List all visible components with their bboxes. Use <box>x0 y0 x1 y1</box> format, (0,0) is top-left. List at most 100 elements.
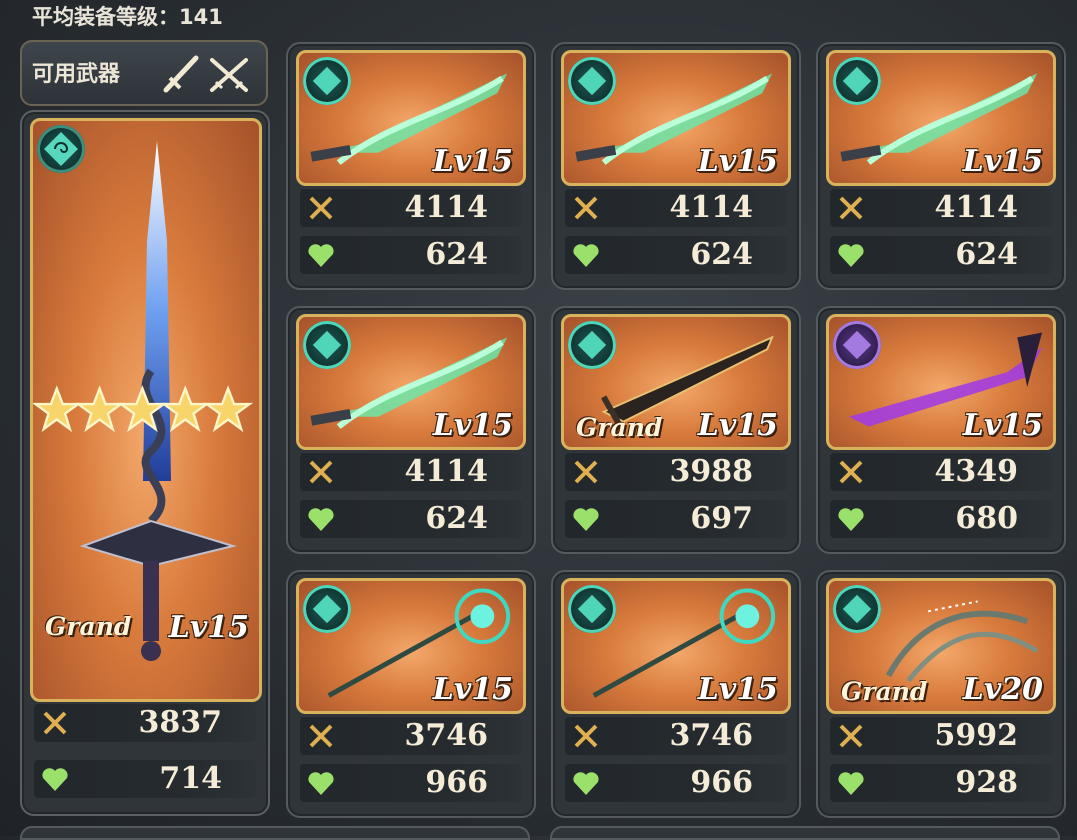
attack-icon <box>43 711 67 735</box>
weapon-card[interactable]: Lv15 4114 624 <box>816 42 1066 290</box>
weapon-art: Lv15 <box>561 578 791 714</box>
attack-icon <box>309 196 333 220</box>
dark-element-icon <box>833 321 881 369</box>
attack-icon <box>574 724 598 748</box>
next-row-card-edge <box>550 826 1060 840</box>
heart-icon <box>308 508 334 531</box>
attack-icon <box>309 724 333 748</box>
weapon-hp-row: 697 <box>565 500 787 538</box>
weapon-hp-row: 966 <box>300 764 522 802</box>
weapon-level-label: Lv15 <box>432 144 513 179</box>
weapon-attack-row: 3746 <box>565 717 787 755</box>
star-icon <box>203 385 254 433</box>
heart-icon <box>308 244 334 267</box>
star-icon <box>33 385 82 433</box>
weapon-art: Grand Lv15 <box>561 314 791 450</box>
weapon-hp-row: 680 <box>830 500 1052 538</box>
weapon-card[interactable]: Grand Lv20 5992 928 <box>816 570 1066 818</box>
weapon-level-label: Lv15 <box>432 408 513 443</box>
weapon-card[interactable]: Lv15 3746 966 <box>551 570 801 818</box>
weapon-art: Grand Lv20 <box>826 578 1056 714</box>
heart-icon <box>42 768 68 791</box>
weapon-grade-label: Grand <box>576 413 663 442</box>
heart-icon <box>573 772 599 795</box>
attack-icon <box>574 196 598 220</box>
attack-icon <box>574 460 598 484</box>
featured-weapon-art: Grand Lv15 <box>30 118 262 702</box>
wind-element-icon <box>303 321 351 369</box>
weapon-level-label: Lv20 <box>962 672 1043 707</box>
weapon-card[interactable]: Lv15 4114 624 <box>286 306 536 554</box>
weapon-level-label: Lv15 <box>432 672 513 707</box>
weapon-attack-row: 4114 <box>565 189 787 227</box>
weapon-card[interactable]: Lv15 3746 966 <box>286 570 536 818</box>
weapon-card[interactable]: Lv15 4349 680 <box>816 306 1066 554</box>
attack-icon <box>839 724 863 748</box>
weapon-level-label: Lv15 <box>697 144 778 179</box>
featured-hp-value: 714 <box>159 761 222 796</box>
weapon-attack-value: 3746 <box>669 718 754 753</box>
weapon-art: Lv15 <box>296 50 526 186</box>
wind-element-icon <box>303 585 351 633</box>
weapon-hp-value: 624 <box>955 237 1018 272</box>
weapon-card[interactable]: Lv15 4114 624 <box>551 42 801 290</box>
wind-element-icon <box>303 57 351 105</box>
weapon-attack-row: 4114 <box>830 189 1052 227</box>
average-equipment-level: 平均装备等级：141 <box>32 5 223 29</box>
wind-element-icon <box>568 57 616 105</box>
weapon-attack-value: 4349 <box>934 454 1019 489</box>
weapon-attack-value: 4114 <box>404 190 489 225</box>
weapon-hp-value: 966 <box>690 765 753 800</box>
heart-icon <box>308 772 334 795</box>
weapon-hp-value: 624 <box>425 237 488 272</box>
weapon-grade-label: Grand <box>841 677 928 706</box>
weapon-art: Lv15 <box>296 314 526 450</box>
sword-icon <box>163 55 199 93</box>
weapon-card[interactable]: Lv15 4114 624 <box>286 42 536 290</box>
featured-attack-row: 3837 <box>34 704 256 742</box>
weapon-level-label: Lv15 <box>697 408 778 443</box>
weapon-attack-row: 4114 <box>300 453 522 491</box>
weapon-attack-row: 4349 <box>830 453 1052 491</box>
dual-swords-icon <box>210 58 248 92</box>
weapon-attack-value: 4114 <box>404 454 489 489</box>
available-weapons-title: 可用武器 <box>32 62 121 87</box>
featured-weapon-card[interactable]: Grand Lv15 3837 714 <box>20 110 270 816</box>
weapon-hp-value: 966 <box>425 765 488 800</box>
weapon-attack-value: 4114 <box>934 190 1019 225</box>
heart-icon <box>573 508 599 531</box>
weapon-art: Lv15 <box>826 314 1056 450</box>
attack-icon <box>839 460 863 484</box>
weapon-attack-row: 4114 <box>300 189 522 227</box>
weapon-hp-value: 624 <box>690 237 753 272</box>
weapon-hp-value: 697 <box>690 501 753 536</box>
weapon-attack-value: 3988 <box>669 454 754 489</box>
available-weapons-tab[interactable]: 可用武器 <box>20 40 268 106</box>
weapon-level-label: Lv15 <box>697 672 778 707</box>
weapon-hp-value: 928 <box>955 765 1018 800</box>
weapon-level-label: Lv15 <box>962 144 1043 179</box>
weapon-art: Lv15 <box>296 578 526 714</box>
weapon-art: Lv15 <box>561 50 791 186</box>
weapon-attack-row: 3746 <box>300 717 522 755</box>
weapon-level-label: Lv15 <box>962 408 1043 443</box>
attack-icon <box>839 196 863 220</box>
featured-attack-value: 3837 <box>138 705 223 740</box>
weapon-attack-value: 3746 <box>404 718 489 753</box>
heart-icon <box>838 508 864 531</box>
weapon-hp-row: 624 <box>300 236 522 274</box>
heart-icon <box>573 244 599 267</box>
weapon-attack-value: 4114 <box>669 190 754 225</box>
star-icon <box>117 385 168 433</box>
weapon-art: Lv15 <box>826 50 1056 186</box>
weapon-hp-row: 624 <box>300 500 522 538</box>
wind-element-icon <box>833 57 881 105</box>
weapon-hp-row: 928 <box>830 764 1052 802</box>
heart-icon <box>838 772 864 795</box>
star-icon <box>74 385 125 433</box>
weapon-attack-row: 3988 <box>565 453 787 491</box>
five-star-rating <box>33 385 254 433</box>
weapon-card[interactable]: Grand Lv15 3988 697 <box>551 306 801 554</box>
weapon-type-icons <box>163 55 248 93</box>
wind-element-icon <box>833 585 881 633</box>
